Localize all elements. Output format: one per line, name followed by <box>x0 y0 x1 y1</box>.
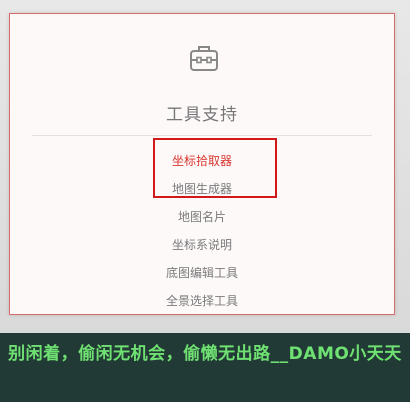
tool-support-panel: 工具支持 坐标拾取器 地图生成器 地图名片 坐标系说明 底图编辑工具 全景选择工… <box>9 13 395 315</box>
menu-item-panorama-selector[interactable]: 全景选择工具 <box>10 287 394 315</box>
menu-item-basemap-editor[interactable]: 底图编辑工具 <box>10 259 394 287</box>
caption-banner: 别闲着，偷闲无机会，偷懒无出路__DAMO小天天 <box>0 333 410 402</box>
divider <box>32 135 372 136</box>
annotation-highlight-box <box>153 138 277 198</box>
panel-title: 工具支持 <box>166 105 238 125</box>
caption-text: 别闲着，偷闲无机会，偷懒无出路__DAMO小天天 <box>8 344 402 364</box>
menu-item-map-card[interactable]: 地图名片 <box>10 203 394 231</box>
toolbox-icon <box>188 42 220 74</box>
menu-item-coordinate-system-info[interactable]: 坐标系说明 <box>10 231 394 259</box>
